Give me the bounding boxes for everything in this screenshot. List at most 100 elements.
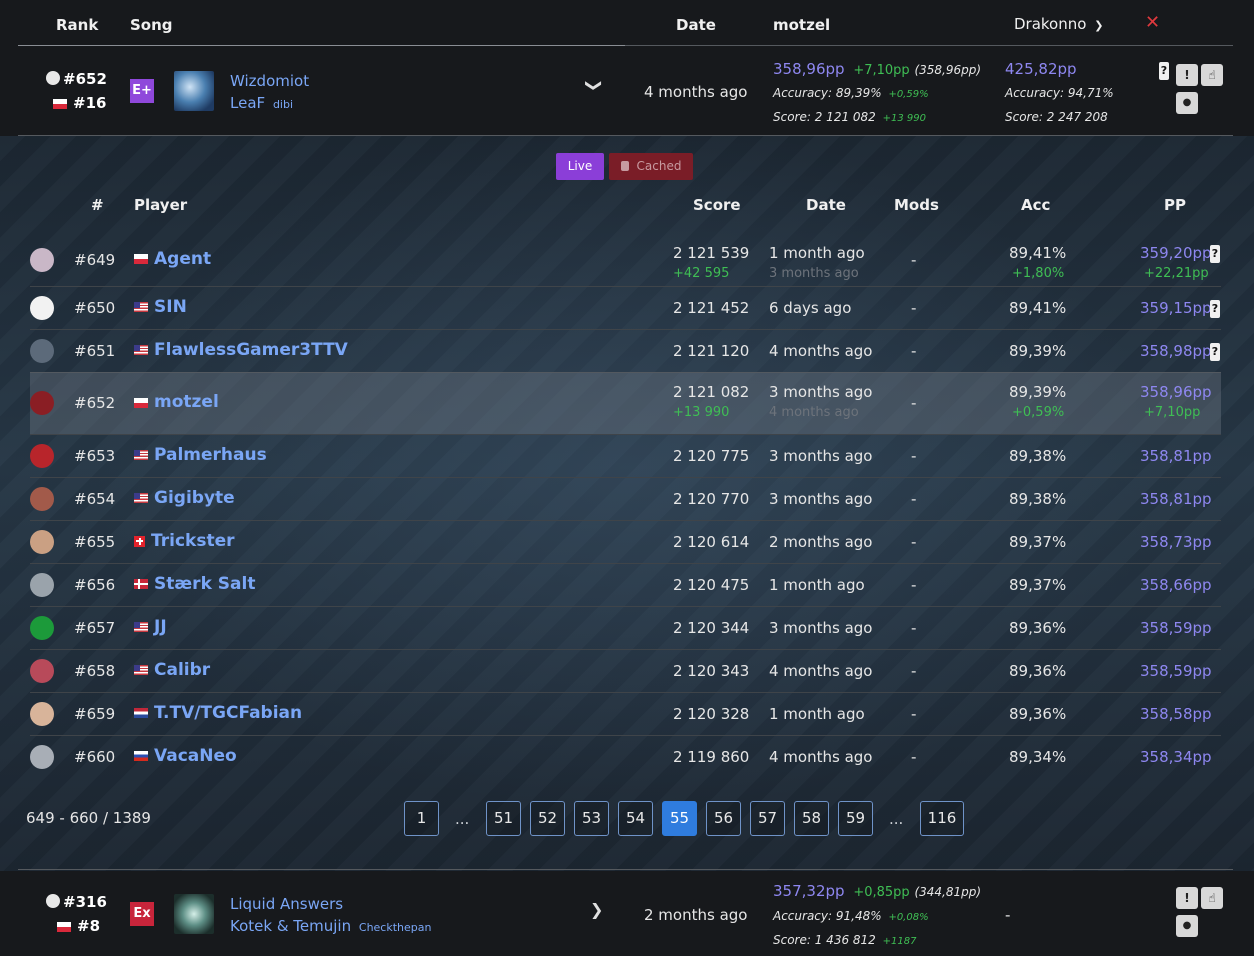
help-icon[interactable]: ?	[1210, 299, 1220, 318]
page-button[interactable]: 51	[486, 801, 521, 836]
row-pp[interactable]: 358,98pp	[1140, 342, 1212, 360]
page-button[interactable]: 52	[530, 801, 565, 836]
header-line	[625, 45, 1233, 46]
song-title[interactable]: Wizdomiot	[230, 72, 309, 90]
row-pp[interactable]: 358,81pp	[1140, 447, 1212, 465]
player-name-link[interactable]: T.TV/TGCFabian	[134, 703, 302, 723]
cached-label: Cached	[636, 159, 682, 173]
avatar[interactable]	[30, 658, 54, 683]
bottom-p1-pp: 357,32pp	[773, 882, 845, 900]
header-player2-dropdown[interactable]: Drakonno ❯	[1014, 15, 1103, 33]
player-name-link[interactable]: Trickster	[134, 531, 234, 551]
global-rank-value: #652	[63, 70, 107, 88]
player-name-link[interactable]: JJ	[134, 617, 167, 637]
col-pp: PP	[1164, 196, 1186, 214]
player-name-link[interactable]: Palmerhaus	[134, 445, 267, 465]
page-button[interactable]: 116	[920, 801, 964, 836]
song-mapper[interactable]: dibi	[273, 98, 293, 111]
help-icon[interactable]: ?	[1210, 245, 1220, 263]
song-artist[interactable]: LeaF	[230, 94, 265, 112]
page-button[interactable]: 57	[750, 801, 785, 836]
row-pp[interactable]: 358,59pp	[1140, 662, 1212, 680]
row-pp[interactable]: 358,96pp	[1140, 383, 1212, 401]
page-button[interactable]: 59	[838, 801, 873, 836]
row-pp[interactable]: 358,59pp	[1140, 619, 1212, 637]
avatar[interactable]	[30, 529, 54, 554]
help-icon[interactable]: ?	[1159, 62, 1169, 80]
p2-score: Score: 2 247 208	[1005, 110, 1108, 124]
avatar[interactable]	[30, 486, 54, 511]
row-pp[interactable]: 359,15pp	[1140, 299, 1212, 317]
bottom-global-rank[interactable]: #316	[46, 893, 107, 911]
avatar[interactable]	[30, 443, 54, 468]
bottom-country-rank[interactable]: #8	[57, 917, 100, 935]
col-mods: Mods	[894, 196, 939, 214]
bottom-song-artist[interactable]: Kotek & Temujin	[230, 917, 351, 935]
row-divider	[30, 434, 1221, 435]
page-button[interactable]: 54	[618, 801, 653, 836]
row-acc: 89,39%	[1009, 383, 1067, 401]
header-date[interactable]: Date	[676, 16, 716, 34]
exclamation-icon[interactable]: !	[1176, 887, 1198, 909]
row-mods: -	[911, 446, 917, 465]
global-rank[interactable]: #652	[46, 70, 107, 88]
bottom-song-cover[interactable]	[174, 894, 214, 934]
exclamation-icon[interactable]: !	[1176, 64, 1198, 86]
row-pp[interactable]: 358,58pp	[1140, 705, 1212, 723]
avatar[interactable]	[30, 247, 54, 272]
col-acc: Acc	[1021, 196, 1051, 214]
page-button[interactable]: 55	[662, 801, 697, 836]
avatar[interactable]	[30, 391, 54, 415]
avatar[interactable]	[30, 572, 54, 597]
row-date: 1 month ago	[769, 575, 865, 594]
row-date: 1 month ago	[769, 244, 865, 262]
play-icon[interactable]: ●	[1176, 915, 1198, 937]
row-date: 3 months ago	[769, 383, 873, 401]
row-pp[interactable]: 358,81pp	[1140, 490, 1212, 508]
page-button[interactable]: 58	[794, 801, 829, 836]
help-icon[interactable]: ?	[1210, 342, 1220, 361]
player-name-link[interactable]: FlawlessGamer3TTV	[134, 340, 348, 360]
row-pp[interactable]: 358,73pp	[1140, 533, 1212, 551]
player-name-link[interactable]: VacaNeo	[134, 746, 237, 766]
row-pp[interactable]: 358,34pp	[1140, 748, 1212, 766]
avatar[interactable]	[30, 615, 54, 640]
play-icon[interactable]: ●	[1176, 92, 1198, 114]
header-rank[interactable]: Rank	[56, 16, 98, 34]
row-mods: -	[911, 532, 917, 551]
row-acc: 89,36%	[1009, 618, 1067, 637]
chevron-right-icon[interactable]: ❯	[590, 900, 603, 919]
bottom-p1-accuracy: Accuracy: 91,48%	[773, 909, 882, 923]
page-button[interactable]: 1	[404, 801, 439, 836]
avatar[interactable]	[30, 338, 54, 363]
pointer-icon[interactable]: ☝	[1201, 64, 1223, 86]
player-name-link[interactable]: Gigibyte	[134, 488, 235, 508]
live-tab[interactable]: Live	[556, 153, 604, 180]
page-button[interactable]: 53	[574, 801, 609, 836]
avatar[interactable]	[30, 295, 54, 320]
bottom-song-title[interactable]: Liquid Answers	[230, 895, 343, 913]
row-date: 4 months ago	[769, 747, 873, 766]
header-player1[interactable]: motzel	[773, 16, 830, 34]
expand-chevron-icon[interactable]: ❯	[585, 79, 604, 92]
flag-us-icon	[134, 345, 148, 355]
player-name-link[interactable]: motzel	[134, 392, 219, 412]
header-song[interactable]: Song	[130, 16, 173, 34]
avatar[interactable]	[30, 744, 54, 769]
avatar[interactable]	[30, 701, 54, 726]
cached-tab[interactable]: Cached	[609, 153, 693, 180]
player-name-link[interactable]: Calibr	[134, 660, 210, 680]
player-name-link[interactable]: Agent	[134, 249, 211, 269]
row-pp[interactable]: 358,66pp	[1140, 576, 1212, 594]
player-name-link[interactable]: Stærk Salt	[134, 574, 255, 594]
player-name: FlawlessGamer3TTV	[154, 339, 348, 360]
country-rank[interactable]: #16	[53, 94, 106, 112]
player-name-link[interactable]: SIN	[134, 297, 187, 317]
page-button[interactable]: 56	[706, 801, 741, 836]
pointer-icon[interactable]: ☝	[1201, 887, 1223, 909]
row-score: 2 121 539	[673, 244, 750, 262]
close-icon[interactable]: ✕	[1145, 12, 1160, 33]
row-pp[interactable]: 359,20pp	[1140, 244, 1212, 262]
bottom-song-mapper[interactable]: Checkthepan	[359, 921, 432, 934]
song-cover[interactable]	[174, 71, 214, 111]
